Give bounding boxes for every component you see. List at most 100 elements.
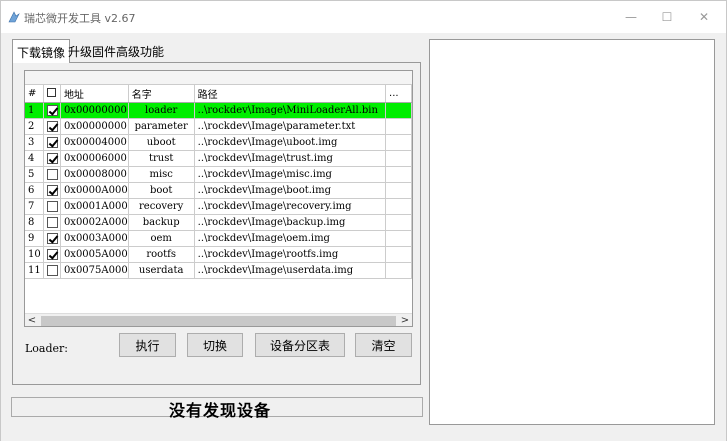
table-row[interactable]: 9 0x0003A000 oem ..\rockdev\Image\oem.img	[25, 230, 412, 247]
table-row[interactable]: 5 0x00008000 misc ..\rockdev\Image\misc.img	[25, 166, 412, 183]
row-name[interactable]: oem	[128, 230, 195, 247]
row-num[interactable]: 10	[25, 246, 45, 263]
log-panel[interactable]	[429, 39, 715, 425]
row-check[interactable]	[43, 246, 61, 263]
row-checkbox[interactable]	[46, 216, 58, 228]
row-checkbox[interactable]	[46, 200, 58, 212]
maximize-button[interactable]: ☐	[652, 7, 682, 27]
row-address[interactable]: 0x0075A000	[60, 262, 129, 279]
row-check[interactable]	[43, 262, 61, 279]
row-more[interactable]	[385, 214, 412, 231]
row-name[interactable]: boot	[128, 182, 195, 199]
row-name[interactable]: uboot	[128, 134, 195, 151]
row-checkbox[interactable]	[46, 232, 58, 244]
row-more[interactable]	[385, 166, 412, 183]
row-num[interactable]: 1	[25, 102, 45, 119]
row-checkbox[interactable]	[46, 184, 58, 196]
switch-button[interactable]: 切换	[187, 333, 243, 357]
table-row[interactable]: 11 0x0075A000 userdata ..\rockdev\Image\use…	[25, 262, 412, 279]
row-checkbox[interactable]	[46, 264, 58, 276]
row-more[interactable]	[385, 182, 412, 199]
table-row[interactable]: 10 0x0005A000 rootfs ..\rockdev\Image\rootf…	[25, 246, 412, 263]
row-more[interactable]	[385, 230, 412, 247]
row-path[interactable]: ..\rockdev\Image\userdata.img	[194, 262, 387, 279]
row-address[interactable]: 0x0002A000	[60, 214, 129, 231]
row-more[interactable]	[385, 246, 412, 263]
row-num[interactable]: 7	[25, 198, 45, 215]
header-check[interactable]	[43, 85, 61, 103]
row-path[interactable]: ..\rockdev\Image\misc.img	[194, 166, 387, 183]
row-name[interactable]: misc	[128, 166, 195, 183]
row-more[interactable]	[385, 134, 412, 151]
row-path[interactable]: ..\rockdev\Image\parameter.txt	[194, 118, 387, 135]
row-check[interactable]	[43, 134, 61, 151]
row-name[interactable]: loader	[128, 102, 195, 119]
scroll-right-button[interactable]: >	[398, 314, 412, 326]
row-path[interactable]: ..\rockdev\Image\uboot.img	[194, 134, 387, 151]
row-name[interactable]: backup	[128, 214, 195, 231]
row-address[interactable]: 0x0001A000	[60, 198, 129, 215]
table-row[interactable]: 1 0x00000000 loader ..\rockdev\Image\MiniLo…	[25, 102, 412, 119]
row-num[interactable]: 5	[25, 166, 45, 183]
row-address[interactable]: 0x0003A000	[60, 230, 129, 247]
row-num[interactable]: 6	[25, 182, 45, 199]
row-more[interactable]	[385, 118, 412, 135]
row-check[interactable]	[43, 198, 61, 215]
row-name[interactable]: userdata	[128, 262, 195, 279]
row-address[interactable]: 0x00000000	[60, 102, 129, 119]
row-more[interactable]	[385, 198, 412, 215]
row-num[interactable]: 2	[25, 118, 45, 135]
table-row[interactable]: 6 0x0000A000 boot ..\rockdev\Image\boot.img	[25, 182, 412, 199]
row-address[interactable]: 0x00000000	[60, 118, 129, 135]
row-name[interactable]: recovery	[128, 198, 195, 215]
header-path[interactable]: 路径	[194, 85, 387, 103]
row-path[interactable]: ..\rockdev\Image\boot.img	[194, 182, 387, 199]
row-path[interactable]: ..\rockdev\Image\recovery.img	[194, 198, 387, 215]
tab-advanced[interactable]: 高级功能	[112, 39, 168, 62]
row-check[interactable]	[43, 118, 61, 135]
header-name[interactable]: 名字	[128, 85, 195, 103]
table-row[interactable]: 7 0x0001A000 recovery ..\rockdev\Image\reco…	[25, 198, 412, 215]
row-check[interactable]	[43, 166, 61, 183]
row-checkbox[interactable]	[46, 168, 58, 180]
tab-download-image[interactable]: 下载镜像	[12, 39, 71, 63]
header-num[interactable]: #	[25, 85, 45, 103]
row-checkbox[interactable]	[46, 152, 58, 164]
row-check[interactable]	[43, 102, 61, 119]
row-num[interactable]: 11	[25, 262, 45, 279]
header-checkbox[interactable]	[47, 88, 57, 98]
scroll-thumb[interactable]	[41, 316, 396, 326]
minimize-button[interactable]: —	[616, 7, 646, 27]
row-checkbox[interactable]	[46, 120, 58, 132]
row-more[interactable]	[385, 102, 412, 119]
row-num[interactable]: 3	[25, 134, 45, 151]
row-check[interactable]	[43, 230, 61, 247]
row-path[interactable]: ..\rockdev\Image\backup.img	[194, 214, 387, 231]
row-name[interactable]: trust	[128, 150, 195, 167]
header-address[interactable]: 地址	[60, 85, 129, 103]
partition-table-button[interactable]: 设备分区表	[255, 333, 345, 357]
row-address[interactable]: 0x0000A000	[60, 182, 129, 199]
close-button[interactable]: ✕	[689, 7, 719, 27]
horizontal-scrollbar[interactable]: < >	[25, 313, 412, 326]
row-check[interactable]	[43, 150, 61, 167]
run-button[interactable]: 执行	[119, 333, 176, 357]
row-address[interactable]: 0x00004000	[60, 134, 129, 151]
row-name[interactable]: rootfs	[128, 246, 195, 263]
table-row[interactable]: 4 0x00006000 trust ..\rockdev\Image\trust.i…	[25, 150, 412, 167]
row-more[interactable]	[385, 262, 412, 279]
row-check[interactable]	[43, 214, 61, 231]
row-path[interactable]: ..\rockdev\Image\MiniLoaderAll.bin	[194, 102, 387, 119]
row-checkbox[interactable]	[46, 136, 58, 148]
row-checkbox[interactable]	[46, 248, 58, 260]
table-row[interactable]: 8 0x0002A000 backup ..\rockdev\Image\backup…	[25, 214, 412, 231]
row-address[interactable]: 0x00006000	[60, 150, 129, 167]
row-path[interactable]: ..\rockdev\Image\trust.img	[194, 150, 387, 167]
row-num[interactable]: 8	[25, 214, 45, 231]
table-row[interactable]: 3 0x00004000 uboot ..\rockdev\Image\uboot.i…	[25, 134, 412, 151]
row-name[interactable]: parameter	[128, 118, 195, 135]
scroll-left-button[interactable]: <	[25, 314, 39, 326]
table-row[interactable]: 2 0x00000000 parameter ..\rockdev\Image\par…	[25, 118, 412, 135]
row-path[interactable]: ..\rockdev\Image\rootfs.img	[194, 246, 387, 263]
row-check[interactable]	[43, 182, 61, 199]
